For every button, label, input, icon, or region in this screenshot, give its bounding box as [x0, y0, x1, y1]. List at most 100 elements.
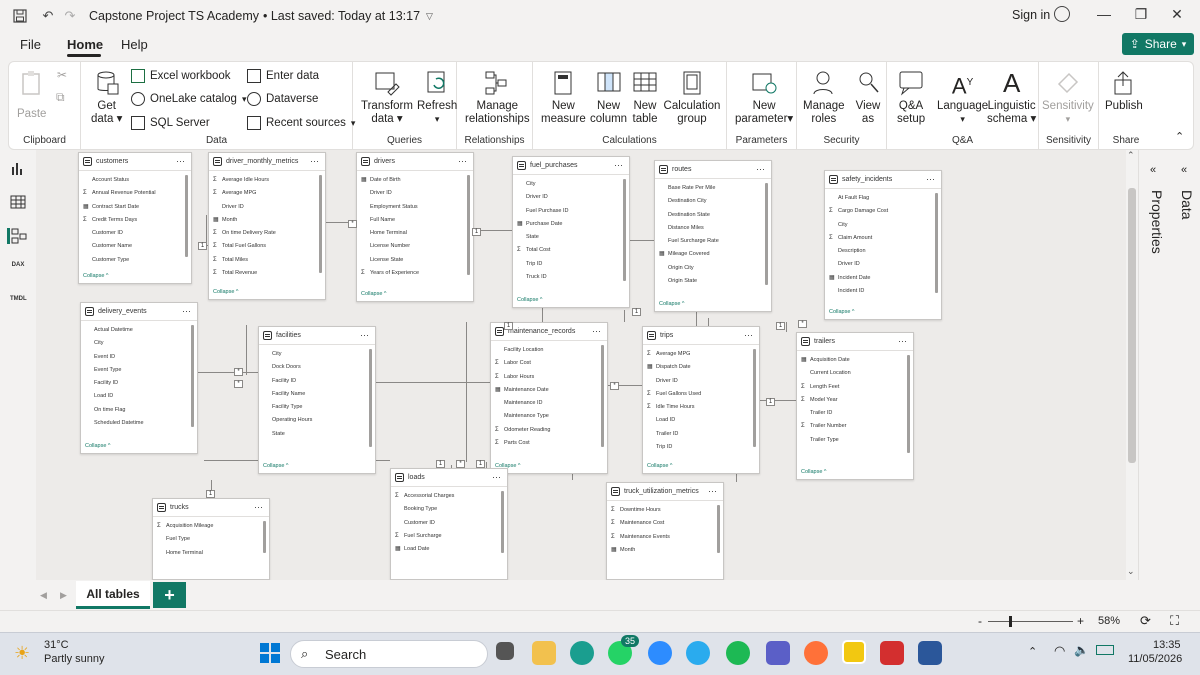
- field-row[interactable]: Σ Odometer Reading: [491, 424, 607, 437]
- collapse-link[interactable]: Collapse ^: [647, 463, 673, 469]
- field-row[interactable]: Operating Hours: [259, 414, 375, 427]
- table-scrollbar[interactable]: [191, 325, 194, 427]
- properties-pane-tab[interactable]: Properties: [1149, 190, 1165, 254]
- field-row[interactable]: Customer Type: [79, 254, 191, 267]
- field-row[interactable]: Σ Average MPG: [643, 348, 759, 361]
- tray-chevron-icon[interactable]: ⌃: [1028, 645, 1037, 658]
- field-row[interactable]: License Number: [357, 240, 473, 253]
- add-tab-button[interactable]: +: [153, 582, 186, 608]
- task-view-icon[interactable]: [496, 642, 514, 660]
- restore-icon[interactable]: ❐: [1131, 6, 1151, 23]
- relationship-line[interactable]: [708, 318, 709, 326]
- collapse-link[interactable]: Collapse ^: [517, 297, 543, 303]
- field-row[interactable]: ▦ Incident Date: [825, 272, 941, 285]
- more-options-icon[interactable]: ···: [614, 160, 623, 170]
- windows-start-icon[interactable]: [260, 643, 280, 663]
- field-row[interactable]: At Fault Flag: [825, 192, 941, 205]
- weather-desc[interactable]: Partly sunny: [44, 653, 105, 665]
- field-row[interactable]: Σ Length Feet: [797, 381, 913, 394]
- teams-icon[interactable]: [766, 641, 790, 665]
- more-options-icon[interactable]: ···: [182, 306, 191, 316]
- field-row[interactable]: Driver ID: [357, 187, 473, 200]
- excel-workbook-button[interactable]: Excel workbook: [131, 69, 231, 83]
- zoom-level[interactable]: 58%: [1098, 615, 1120, 627]
- clock-date[interactable]: 11/05/2026: [1128, 653, 1182, 665]
- field-row[interactable]: Σ Maintenance Events: [607, 531, 723, 544]
- table-header[interactable]: routes ···: [655, 161, 771, 179]
- more-options-icon[interactable]: ···: [360, 330, 369, 340]
- view-as-button[interactable]: View as: [855, 70, 881, 126]
- menu-home[interactable]: Home: [67, 37, 103, 52]
- field-row[interactable]: License State: [357, 254, 473, 267]
- table-header[interactable]: facilities ···: [259, 327, 375, 345]
- taskbar-search[interactable]: ⌕ Search: [290, 640, 488, 668]
- field-row[interactable]: Facility Type: [259, 401, 375, 414]
- telegram-icon[interactable]: [686, 641, 710, 665]
- sql-server-button[interactable]: SQL Server: [131, 116, 210, 130]
- table-header[interactable]: customers ···: [79, 153, 191, 171]
- table-header[interactable]: delivery_events ···: [81, 303, 197, 321]
- field-row[interactable]: ▦ Date of Birth: [357, 174, 473, 187]
- data-pane-tab[interactable]: Data: [1179, 190, 1195, 220]
- spotify-icon[interactable]: [726, 641, 750, 665]
- table-scrollbar[interactable]: [907, 355, 910, 453]
- collapse-link[interactable]: Collapse ^: [83, 273, 109, 279]
- field-row[interactable]: Maintenance Type: [491, 410, 607, 423]
- volume-icon[interactable]: 🔈: [1074, 643, 1089, 657]
- table-header[interactable]: trailers ···: [797, 333, 913, 351]
- more-options-icon[interactable]: ···: [744, 330, 753, 340]
- minimize-icon[interactable]: —: [1094, 6, 1114, 22]
- expand-properties-icon[interactable]: «: [1150, 164, 1156, 176]
- publish-button[interactable]: Publish: [1105, 70, 1143, 113]
- table-scrollbar[interactable]: [601, 345, 604, 447]
- table-card-fuel-purchases[interactable]: fuel_purchases ··· City Driver ID Fuel Purch…: [512, 156, 630, 308]
- field-row[interactable]: Σ Idle Time Hours: [643, 401, 759, 414]
- collapse-link[interactable]: Collapse ^: [85, 443, 111, 449]
- field-row[interactable]: Σ Total Miles: [209, 254, 325, 267]
- field-row[interactable]: Employment Status: [357, 201, 473, 214]
- relationship-line[interactable]: [206, 215, 207, 245]
- field-row[interactable]: ▦ Month: [209, 214, 325, 227]
- field-row[interactable]: Σ Acquisition Mileage: [153, 520, 269, 533]
- transform-data-button[interactable]: Transform data ▾: [361, 70, 413, 126]
- field-row[interactable]: Σ Cargo Damage Cost: [825, 205, 941, 218]
- more-options-icon[interactable]: ···: [898, 336, 907, 346]
- table-scrollbar[interactable]: [753, 349, 756, 447]
- field-row[interactable]: Σ Downtime Hours: [607, 504, 723, 517]
- field-row[interactable]: Σ Years of Experience: [357, 267, 473, 280]
- field-row[interactable]: Fuel Purchase ID: [513, 205, 629, 218]
- table-header[interactable]: safety_incidents ···: [825, 171, 941, 189]
- table-scrollbar[interactable]: [765, 183, 768, 285]
- prev-tab-icon[interactable]: ◀: [40, 590, 47, 601]
- zoom-out-icon[interactable]: -: [978, 614, 982, 628]
- table-view-icon[interactable]: [10, 194, 26, 210]
- zoom-in-icon[interactable]: +: [1077, 614, 1084, 628]
- field-row[interactable]: Σ Average Idle Hours: [209, 174, 325, 187]
- relationship-line[interactable]: [630, 240, 654, 241]
- paste-button[interactable]: Paste: [17, 70, 46, 121]
- sensitivity-button[interactable]: Sensitivity ▾: [1042, 70, 1094, 126]
- file-explorer-icon[interactable]: [532, 641, 556, 665]
- tab-all-tables[interactable]: All tables: [76, 581, 150, 609]
- power-bi-icon[interactable]: [842, 640, 866, 664]
- table-card-facilities[interactable]: facilities ··· City Dock Doors Facility ID Fa…: [258, 326, 376, 474]
- table-scrollbar[interactable]: [185, 175, 188, 257]
- field-row[interactable]: Full Name: [357, 214, 473, 227]
- table-header[interactable]: trips ···: [643, 327, 759, 345]
- table-scrollbar[interactable]: [717, 505, 720, 553]
- field-row[interactable]: Fuel Surcharge Rate: [655, 235, 771, 248]
- refresh-button[interactable]: Refresh ▾: [417, 70, 457, 126]
- collapse-link[interactable]: Collapse ^: [263, 463, 289, 469]
- field-row[interactable]: Facility ID: [259, 375, 375, 388]
- field-row[interactable]: Σ Accessorial Charges: [391, 490, 507, 503]
- table-scrollbar[interactable]: [369, 349, 372, 447]
- table-card-loads[interactable]: loads ··· Σ Accessorial Charges Booking Type…: [390, 468, 508, 580]
- table-scrollbar[interactable]: [467, 175, 470, 275]
- close-icon[interactable]: ✕: [1167, 6, 1187, 23]
- zoom-thumb[interactable]: [1009, 616, 1012, 627]
- field-row[interactable]: Σ Claim Amount: [825, 232, 941, 245]
- table-card-trailers[interactable]: trailers ··· ▦ Acquisition Date Current Loca…: [796, 332, 914, 480]
- relationship-line[interactable]: [624, 310, 625, 322]
- table-card-drivers[interactable]: drivers ··· ▦ Date of Birth Driver ID Employm…: [356, 152, 474, 302]
- model-canvas[interactable]: customers ··· Account Status Σ Annual Revenu…: [36, 150, 1126, 580]
